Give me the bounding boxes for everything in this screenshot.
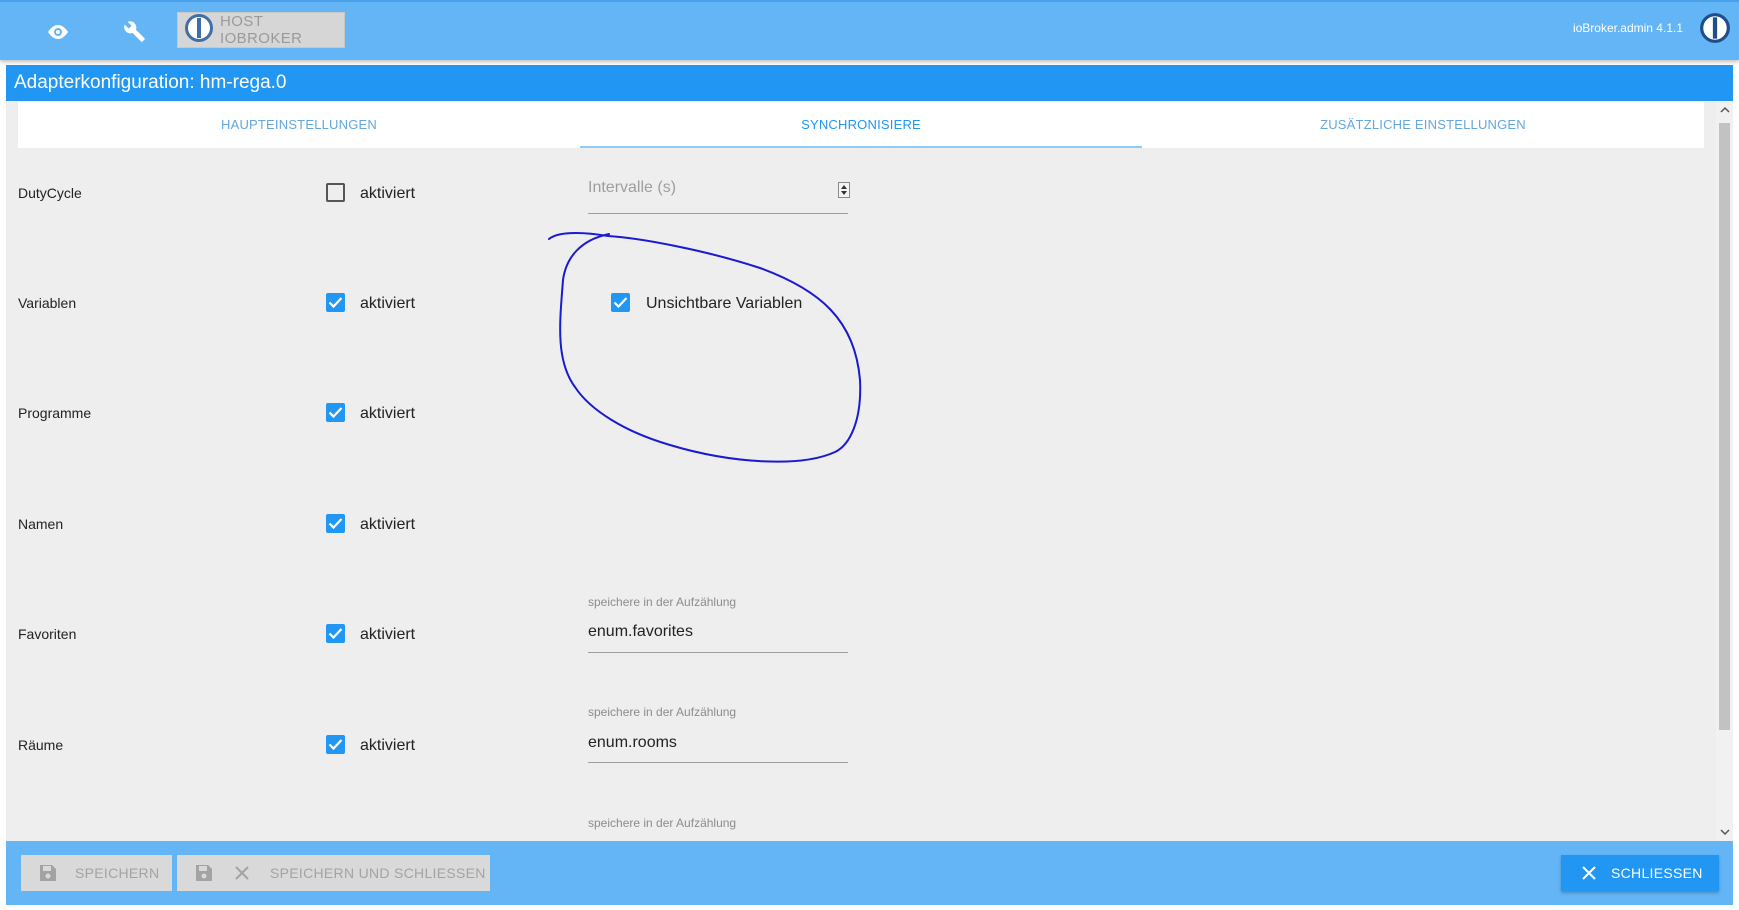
eye-icon[interactable]	[40, 14, 76, 50]
enum-field-partial[interactable]: speichere in der Aufzählung	[588, 812, 848, 841]
enum-field-partial-label: speichere in der Aufzählung	[588, 816, 737, 830]
names-checkbox[interactable]	[326, 514, 345, 533]
interval-placeholder: Intervalle (s)	[588, 179, 677, 196]
rooms-checkbox[interactable]	[326, 735, 345, 754]
wrench-icon[interactable]	[117, 14, 153, 50]
save-and-close-button[interactable]: SPEICHERN UND SCHLIESSEN	[177, 855, 490, 891]
close-icon	[1581, 865, 1597, 881]
scroll-down-icon[interactable]	[1716, 824, 1733, 841]
tab-main-settings[interactable]: HAUPTEINSTELLUNGEN	[18, 101, 580, 148]
close-button-label: SCHLIESSEN	[1611, 865, 1703, 881]
close-button[interactable]: SCHLIESSEN	[1561, 855, 1719, 891]
save-button[interactable]: SPEICHERN	[21, 855, 172, 891]
rooms-enum-value: enum.rooms	[588, 734, 677, 751]
rooms-enum-underline	[588, 762, 848, 763]
check-icon	[613, 297, 628, 309]
save-icon	[38, 863, 58, 883]
config-panel: HAUPTEINSTELLUNGEN SYNCHRONISIERE ZUSÄTZ…	[6, 101, 1716, 841]
row-label-variables: Variablen	[18, 295, 77, 311]
check-icon	[328, 628, 343, 640]
scroll-up-icon[interactable]	[1716, 101, 1733, 118]
spinner-down-icon	[841, 191, 847, 195]
check-icon	[328, 297, 343, 309]
favorites-checkbox[interactable]	[326, 624, 345, 643]
row-label-favorites: Favoriten	[18, 626, 77, 642]
iobroker-logo-icon	[1699, 12, 1731, 49]
footer-bar: SPEICHERN SPEICHERN UND SCHLIESSEN SCHLI…	[6, 841, 1733, 905]
version-label: ioBroker.admin 4.1.1	[1572, 21, 1683, 35]
iobroker-logo-icon	[184, 13, 214, 48]
save-and-close-label: SPEICHERN UND SCHLIESSEN	[270, 865, 486, 881]
scrollbar[interactable]	[1716, 101, 1733, 841]
spinner-up-icon	[841, 185, 847, 189]
favorites-enum-underline	[588, 652, 848, 653]
close-icon	[234, 865, 250, 881]
programs-checkbox-label: aktiviert	[360, 405, 416, 422]
host-label: HOST IOBROKER	[220, 13, 303, 47]
row-label-programs: Programme	[18, 405, 92, 421]
favorites-enum-value: enum.favorites	[588, 623, 693, 640]
tab-bar: HAUPTEINSTELLUNGEN SYNCHRONISIERE ZUSÄTZ…	[18, 101, 1704, 148]
active-tab-indicator	[580, 146, 1142, 148]
favorites-checkbox-label: aktiviert	[360, 626, 416, 643]
dutycycle-checkbox-label: aktiviert	[360, 185, 416, 202]
rooms-enum-field[interactable]: speichere in der Aufzählung enum.rooms	[588, 701, 848, 766]
row-label-rooms: Räume	[18, 737, 64, 753]
tab-additional-settings[interactable]: ZUSÄTZLICHE EINSTELLUNGEN	[1142, 101, 1704, 148]
row-label-names: Namen	[18, 516, 64, 532]
invisible-variables-label: Unsichtbare Variablen	[646, 295, 803, 312]
check-icon	[328, 407, 343, 419]
save-button-label: SPEICHERN	[75, 865, 160, 881]
variables-checkbox[interactable]	[326, 293, 345, 312]
invisible-variables-checkbox[interactable]	[611, 293, 630, 312]
programs-checkbox[interactable]	[326, 403, 345, 422]
top-bar: HOST IOBROKER ioBroker.admin 4.1.1	[0, 0, 1739, 60]
favorites-enum-label: speichere in der Aufzählung	[588, 595, 737, 609]
interval-spinner[interactable]	[838, 182, 850, 198]
check-icon	[328, 739, 343, 751]
check-icon	[328, 518, 343, 530]
rooms-enum-label: speichere in der Aufzählung	[588, 705, 737, 719]
interval-field[interactable]: Intervalle (s)	[588, 156, 850, 216]
names-checkbox-label: aktiviert	[360, 516, 416, 533]
host-selector-button[interactable]: HOST IOBROKER	[177, 12, 345, 48]
scrollbar-thumb[interactable]	[1719, 123, 1730, 730]
save-icon	[194, 863, 214, 883]
page-title: Adapterkonfiguration: hm-rega.0	[6, 65, 1733, 101]
app-root: HOST IOBROKER ioBroker.admin 4.1.1 Adapt…	[0, 0, 1739, 910]
rooms-checkbox-label: aktiviert	[360, 737, 416, 754]
dutycycle-checkbox[interactable]	[326, 183, 345, 202]
variables-checkbox-label: aktiviert	[360, 295, 416, 312]
tab-synchronize[interactable]: SYNCHRONISIERE	[580, 101, 1142, 148]
interval-underline	[588, 213, 848, 214]
row-label-dutycycle: DutyCycle	[18, 185, 82, 201]
favorites-enum-field[interactable]: speichere in der Aufzählung enum.favorit…	[588, 591, 848, 656]
